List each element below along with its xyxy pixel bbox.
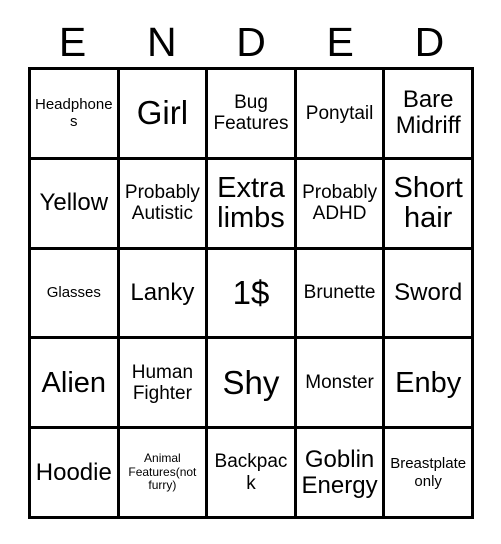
bingo-cell[interactable]: Shy xyxy=(208,339,297,430)
bingo-header-letter-1: E xyxy=(58,19,87,65)
bingo-cell-label: Short hair xyxy=(393,171,463,235)
bingo-cell-label: Lanky xyxy=(130,279,195,307)
bingo-row: Alien Human Fighter Shy Monster Enby xyxy=(31,339,474,430)
bingo-cell-label: Brunette xyxy=(303,282,376,304)
bingo-cell[interactable]: Bug Features xyxy=(208,70,297,160)
bingo-cell-label: Glasses xyxy=(46,284,101,302)
bingo-cell-label: Breastplate only xyxy=(390,455,467,490)
bingo-header-letter-2: N xyxy=(147,19,177,65)
bingo-cell-label: Girl xyxy=(136,94,189,132)
bingo-header-row: E N D E D xyxy=(28,18,474,67)
bingo-grid: Headphones Girl Bug Features Ponytail Ba… xyxy=(28,67,474,519)
bingo-cell[interactable]: Bare Midriff xyxy=(385,70,474,160)
bingo-cell-label: Monster xyxy=(305,372,374,394)
bingo-row: Hoodie Animal Features(not furry) Backpa… xyxy=(31,429,474,519)
bingo-cell-label: Human Fighter xyxy=(131,361,194,404)
bingo-cell[interactable]: Extra limbs xyxy=(208,159,297,250)
bingo-cell[interactable]: Hoodie xyxy=(31,429,120,519)
bingo-cell[interactable]: Goblin Energy xyxy=(296,429,386,519)
bingo-cell-label: Probably ADHD xyxy=(302,181,378,225)
bingo-cell-label: Probably Autistic xyxy=(124,181,200,225)
bingo-cell[interactable]: Probably ADHD xyxy=(296,159,386,250)
bingo-cell[interactable]: Backpack xyxy=(208,429,297,519)
bingo-cell-label: Extra limbs xyxy=(217,171,285,235)
bingo-cell-label: Sword xyxy=(394,279,463,307)
bingo-cell-label: Ponytail xyxy=(305,102,374,124)
bingo-cell[interactable]: Enby xyxy=(385,339,474,430)
bingo-row: Yellow Probably Autistic Extra limbs Pro… xyxy=(31,159,474,250)
bingo-cell[interactable]: Sword xyxy=(385,249,474,340)
bingo-row: Glasses Lanky 1$ Brunette Sword xyxy=(31,249,474,340)
bingo-cell-label: Hoodie xyxy=(35,458,112,486)
bingo-cell[interactable]: Yellow xyxy=(31,159,120,250)
bingo-cell[interactable]: Short hair xyxy=(385,159,474,250)
bingo-cell[interactable]: Glasses xyxy=(31,249,120,340)
bingo-cell-label: 1$ xyxy=(232,273,270,311)
bingo-cell[interactable]: Headphones xyxy=(31,70,120,160)
bingo-cell[interactable]: Breastplate only xyxy=(385,429,474,519)
bingo-cell[interactable]: Lanky xyxy=(119,249,209,340)
bingo-cell-label: Alien xyxy=(41,366,107,399)
bingo-cell-label: Bare Midriff xyxy=(395,86,461,140)
bingo-cell[interactable]: Animal Features(not furry) xyxy=(119,429,209,519)
bingo-cell-label: Headphones xyxy=(35,96,113,131)
bingo-cell[interactable]: Probably Autistic xyxy=(119,159,209,250)
bingo-cell-label: Enby xyxy=(395,366,462,399)
bingo-header-letter-5: D xyxy=(414,19,445,65)
bingo-row: Headphones Girl Bug Features Ponytail Ba… xyxy=(31,70,474,160)
bingo-cell[interactable]: Alien xyxy=(31,339,120,430)
bingo-cell-label: Shy xyxy=(222,363,280,401)
bingo-cell[interactable]: 1$ xyxy=(208,249,297,340)
bingo-cell[interactable]: Human Fighter xyxy=(119,339,209,430)
bingo-header-letter-3: D xyxy=(236,19,266,65)
bingo-cell-label: Goblin Energy xyxy=(301,445,378,499)
bingo-cell-label: Animal Features(not furry) xyxy=(128,450,197,493)
bingo-cell[interactable]: Monster xyxy=(296,339,386,430)
bingo-cell[interactable]: Girl xyxy=(119,70,209,160)
bingo-cell-label: Backpack xyxy=(214,451,288,494)
bingo-cell[interactable]: Brunette xyxy=(296,249,386,340)
bingo-cell-label: Bug Features xyxy=(213,92,289,135)
bingo-header-letter-4: E xyxy=(326,19,354,65)
bingo-cell-label: Yellow xyxy=(39,189,109,217)
bingo-cell[interactable]: Ponytail xyxy=(296,70,386,160)
bingo-card: E N D E D Headphones Girl Bug Features P… xyxy=(0,0,501,544)
